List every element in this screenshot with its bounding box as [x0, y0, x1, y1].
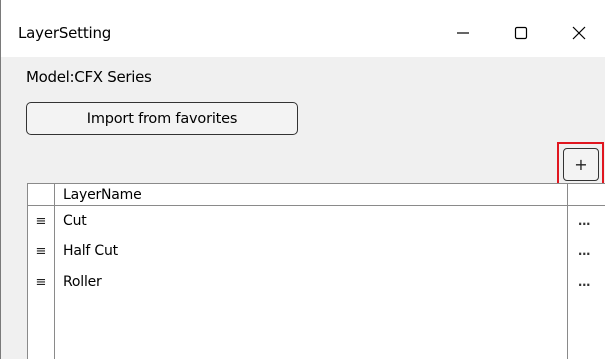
column-header-layer-name[interactable]: LayerName — [63, 186, 142, 204]
layer-name-cell[interactable]: Half Cut — [63, 242, 118, 260]
layer-name-cell[interactable]: Roller — [63, 273, 102, 291]
drag-handle-icon[interactable]: ≡ — [28, 236, 54, 266]
window-title: LayerSetting — [18, 24, 112, 42]
grid-header: LayerName — [28, 184, 605, 206]
close-button[interactable] — [556, 12, 602, 54]
more-options-button[interactable]: ... — [574, 212, 594, 230]
minimize-button[interactable] — [440, 12, 486, 54]
drag-handle-icon[interactable]: ≡ — [28, 267, 54, 297]
table-row[interactable]: ≡ Half Cut ... — [28, 236, 605, 266]
import-from-favorites-button[interactable]: Import from favorites — [26, 102, 298, 135]
more-options-button[interactable]: ... — [574, 242, 594, 260]
layer-setting-window: LayerSetting Model:CFX Series Import fro… — [0, 0, 605, 359]
layer-name-cell[interactable]: Cut — [63, 212, 87, 230]
close-icon — [572, 26, 586, 40]
maximize-button[interactable] — [498, 12, 544, 54]
title-bar: LayerSetting — [1, 0, 605, 57]
layer-grid: LayerName ≡ Cut ... ≡ Half Cut ... ≡ Rol… — [27, 183, 605, 359]
minimize-icon — [457, 32, 469, 34]
table-row[interactable]: ≡ Roller ... — [28, 267, 605, 297]
maximize-icon — [514, 26, 528, 40]
add-button-highlight: + — [557, 142, 604, 188]
model-label: Model:CFX Series — [26, 68, 152, 86]
table-row[interactable]: ≡ Cut ... — [28, 206, 605, 236]
more-options-button[interactable]: ... — [574, 273, 594, 291]
drag-handle-icon[interactable]: ≡ — [28, 206, 54, 236]
add-layer-button[interactable]: + — [563, 148, 599, 181]
